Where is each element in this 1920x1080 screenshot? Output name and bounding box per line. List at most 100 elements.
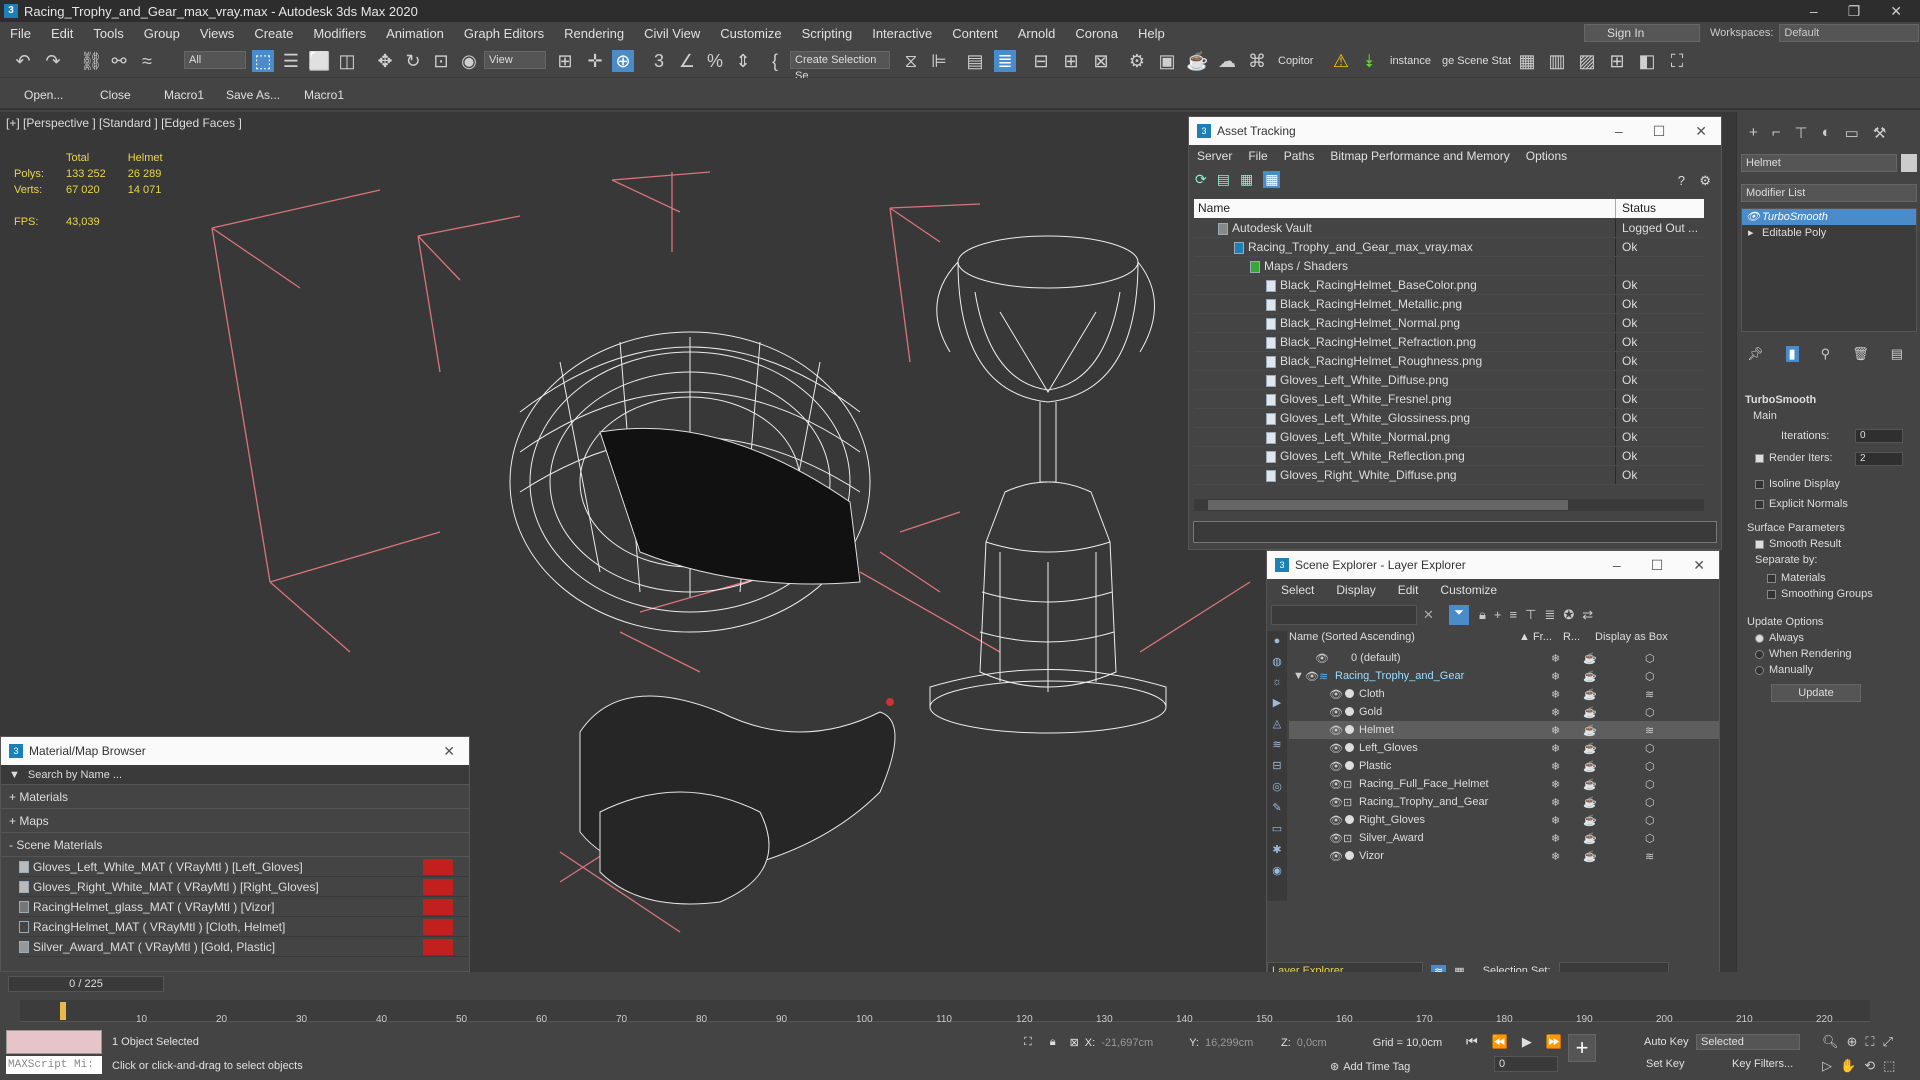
spinner-snap-icon[interactable]: ⇕	[732, 50, 754, 72]
object-color-swatch[interactable]	[1901, 154, 1917, 172]
freeze-icon[interactable]: ❄	[1551, 796, 1560, 809]
configure-sets-icon[interactable]: ▤	[1891, 346, 1903, 362]
key-filters-button[interactable]: Key Filters...	[1732, 1058, 1793, 1070]
teapot-icon[interactable]: ☕	[1583, 814, 1597, 827]
menu-group[interactable]: Group	[134, 26, 190, 41]
undo-icon[interactable]: ↶	[12, 50, 34, 72]
col-render[interactable]: R...	[1563, 631, 1595, 647]
freeze-icon[interactable]: ❄	[1551, 760, 1560, 773]
iterations-spinner[interactable]: 0	[1855, 429, 1903, 443]
eye-icon[interactable]: 👁︎	[1305, 670, 1319, 683]
window-crossing-icon[interactable]: ◫	[336, 50, 358, 72]
minimize-icon[interactable]: –	[1810, 3, 1818, 20]
key-mode-dropdown[interactable]: Selected	[1696, 1034, 1800, 1050]
maxscript-input[interactable]: MAXScript Mi:	[6, 1056, 102, 1074]
teapot-icon[interactable]: ☕	[1583, 760, 1597, 773]
col-freeze[interactable]: ▲ Fr...	[1519, 631, 1563, 647]
table-row[interactable]: 👁︎ 0 (default) ❄ ☕ ⬡	[1289, 649, 1719, 667]
orbit-icon[interactable]: ⟲	[1864, 1058, 1875, 1074]
list-item[interactable]: Silver_Award_MAT ( VRayMtl ) [Gold, Plas…	[19, 937, 469, 957]
utilities-tab-icon[interactable]: ⚒	[1873, 124, 1886, 142]
scene-menu-display[interactable]: Display	[1336, 583, 1375, 597]
box-icon[interactable]: ≋	[1645, 688, 1654, 701]
help-icon[interactable]: ?	[1678, 173, 1685, 188]
scene-menu-select[interactable]: Select	[1281, 583, 1314, 597]
minimize-icon[interactable]: –	[1615, 123, 1623, 140]
freeze-icon[interactable]: ❄	[1551, 724, 1560, 737]
minimize-icon[interactable]: –	[1613, 557, 1621, 574]
redo-icon[interactable]: ↷	[42, 50, 64, 72]
table-view-icon[interactable]: ▦	[1263, 171, 1281, 188]
make-unique-icon[interactable]: ⚲	[1821, 346, 1831, 362]
layer-explorer-icon[interactable]: ▤	[964, 50, 986, 72]
render-iters-spinner[interactable]: 2	[1855, 452, 1903, 466]
list-item[interactable]: Black_RacingHelmet_Roughness.png Ok	[1194, 352, 1704, 371]
edit-named-sel-icon[interactable]: {	[764, 50, 786, 72]
menu-graph-editors[interactable]: Graph Editors	[454, 26, 554, 41]
when-rendering-radio[interactable]	[1755, 649, 1764, 659]
pin-stack-icon[interactable]: 📌︎	[1747, 346, 1764, 362]
teapot-icon[interactable]: ☕	[1583, 688, 1597, 701]
menu-edit[interactable]: Edit	[41, 26, 83, 41]
freeze-icon[interactable]: ❄	[1551, 670, 1560, 683]
scene-menu-customize[interactable]: Customize	[1440, 583, 1497, 597]
list-item[interactable]: Black_RacingHelmet_BaseColor.png Ok	[1194, 276, 1704, 295]
table-row[interactable]: ▼ 👁︎ ≋ Racing_Trophy_and_Gear ❄ ☕ ⬡	[1289, 667, 1719, 685]
chevron-down-icon[interactable]: ⯯	[1358, 50, 1380, 72]
asset-menu-file[interactable]: File	[1248, 149, 1267, 163]
list-item[interactable]: Gloves_Right_White_Diffuse.png Ok	[1194, 466, 1704, 485]
placement-icon[interactable]: ◉	[458, 50, 480, 72]
box-icon[interactable]: ⬡	[1645, 832, 1655, 845]
macro1-button-2[interactable]: Macro1	[304, 88, 344, 102]
mirror-icon[interactable]: ⧖	[900, 50, 922, 72]
camera-filter-icon[interactable]: ▶	[1273, 696, 1281, 709]
teapot-icon[interactable]: ☕	[1583, 724, 1597, 737]
render-iterative-icon[interactable]: ⌘	[1246, 50, 1268, 72]
table-row[interactable]: 👁︎ Gold ❄ ☕ ⬡	[1289, 703, 1719, 721]
freeze-icon[interactable]: ❄	[1551, 706, 1560, 719]
teapot-icon[interactable]: ☕	[1583, 742, 1597, 755]
hierarchy-tool-icon[interactable]: ▥	[1546, 50, 1568, 72]
current-frame-field[interactable]: 0	[1494, 1056, 1558, 1072]
list-item[interactable]: Gloves_Left_White_Glossiness.png Ok	[1194, 409, 1704, 428]
horizontal-scrollbar[interactable]	[1194, 499, 1704, 511]
close-icon[interactable]: ✕	[1890, 3, 1902, 20]
time-cursor[interactable]	[60, 1002, 66, 1020]
asset-menu-paths[interactable]: Paths	[1284, 149, 1315, 163]
asset-path-field[interactable]	[1193, 521, 1717, 543]
eye-icon[interactable]: 👁︎	[1329, 778, 1343, 791]
stack-icon[interactable]: ≣	[1544, 607, 1555, 623]
scene-menu-edit[interactable]: Edit	[1398, 583, 1419, 597]
box-icon[interactable]: ≋	[1645, 724, 1654, 737]
manually-radio[interactable]	[1755, 665, 1764, 675]
teapot-icon[interactable]: ☕	[1583, 778, 1597, 791]
bind-space-warp-icon[interactable]: ≈	[136, 50, 158, 72]
layout-tool-icon[interactable]: ◧	[1636, 50, 1658, 72]
select-manipulate-icon[interactable]: ✛	[584, 50, 606, 72]
box-icon[interactable]: ⬡	[1645, 760, 1655, 773]
menu-animation[interactable]: Animation	[376, 26, 454, 41]
maximize-toggle-icon[interactable]: ⬚	[1883, 1058, 1895, 1074]
expand-arrow-icon[interactable]: ▸	[1748, 225, 1754, 241]
scene-stat-label[interactable]: ge Scene Stat	[1442, 55, 1511, 67]
material-editor-icon[interactable]: ⊠	[1090, 50, 1112, 72]
menu-arnold[interactable]: Arnold	[1008, 26, 1066, 41]
select-object-icon[interactable]: ⬚	[252, 50, 274, 72]
menu-scripting[interactable]: Scripting	[792, 26, 863, 41]
teapot-icon[interactable]: ☕	[1583, 832, 1597, 845]
detail-view-icon[interactable]: ▦	[1240, 171, 1253, 188]
lock-tool-icon[interactable]: ▨	[1576, 50, 1598, 72]
container-filter-icon[interactable]: ▭	[1272, 822, 1282, 835]
isoline-checkbox[interactable]	[1755, 479, 1764, 489]
schematic-view-icon[interactable]: ⊞	[1060, 50, 1082, 72]
list-item[interactable]: Black_RacingHelmet_Refraction.png Ok	[1194, 333, 1704, 352]
eye-icon[interactable]: 👁︎	[1329, 760, 1343, 773]
list-view-icon[interactable]: ▤	[1217, 171, 1230, 188]
modifier-list-dropdown[interactable]: Modifier List	[1741, 184, 1917, 202]
add-tool-icon[interactable]: ⊞	[1606, 50, 1628, 72]
stack-item-turbosmooth[interactable]: 👁︎ TurboSmooth	[1742, 209, 1916, 225]
copitor-label[interactable]: Copitor	[1278, 55, 1313, 67]
table-row[interactable]: 👁︎ ⊡ Silver_Award ❄ ☕ ⬡	[1289, 829, 1719, 847]
stack-item-editable-poly[interactable]: ▸ Editable Poly	[1742, 225, 1916, 241]
unlink-icon[interactable]: ⚯	[108, 50, 130, 72]
